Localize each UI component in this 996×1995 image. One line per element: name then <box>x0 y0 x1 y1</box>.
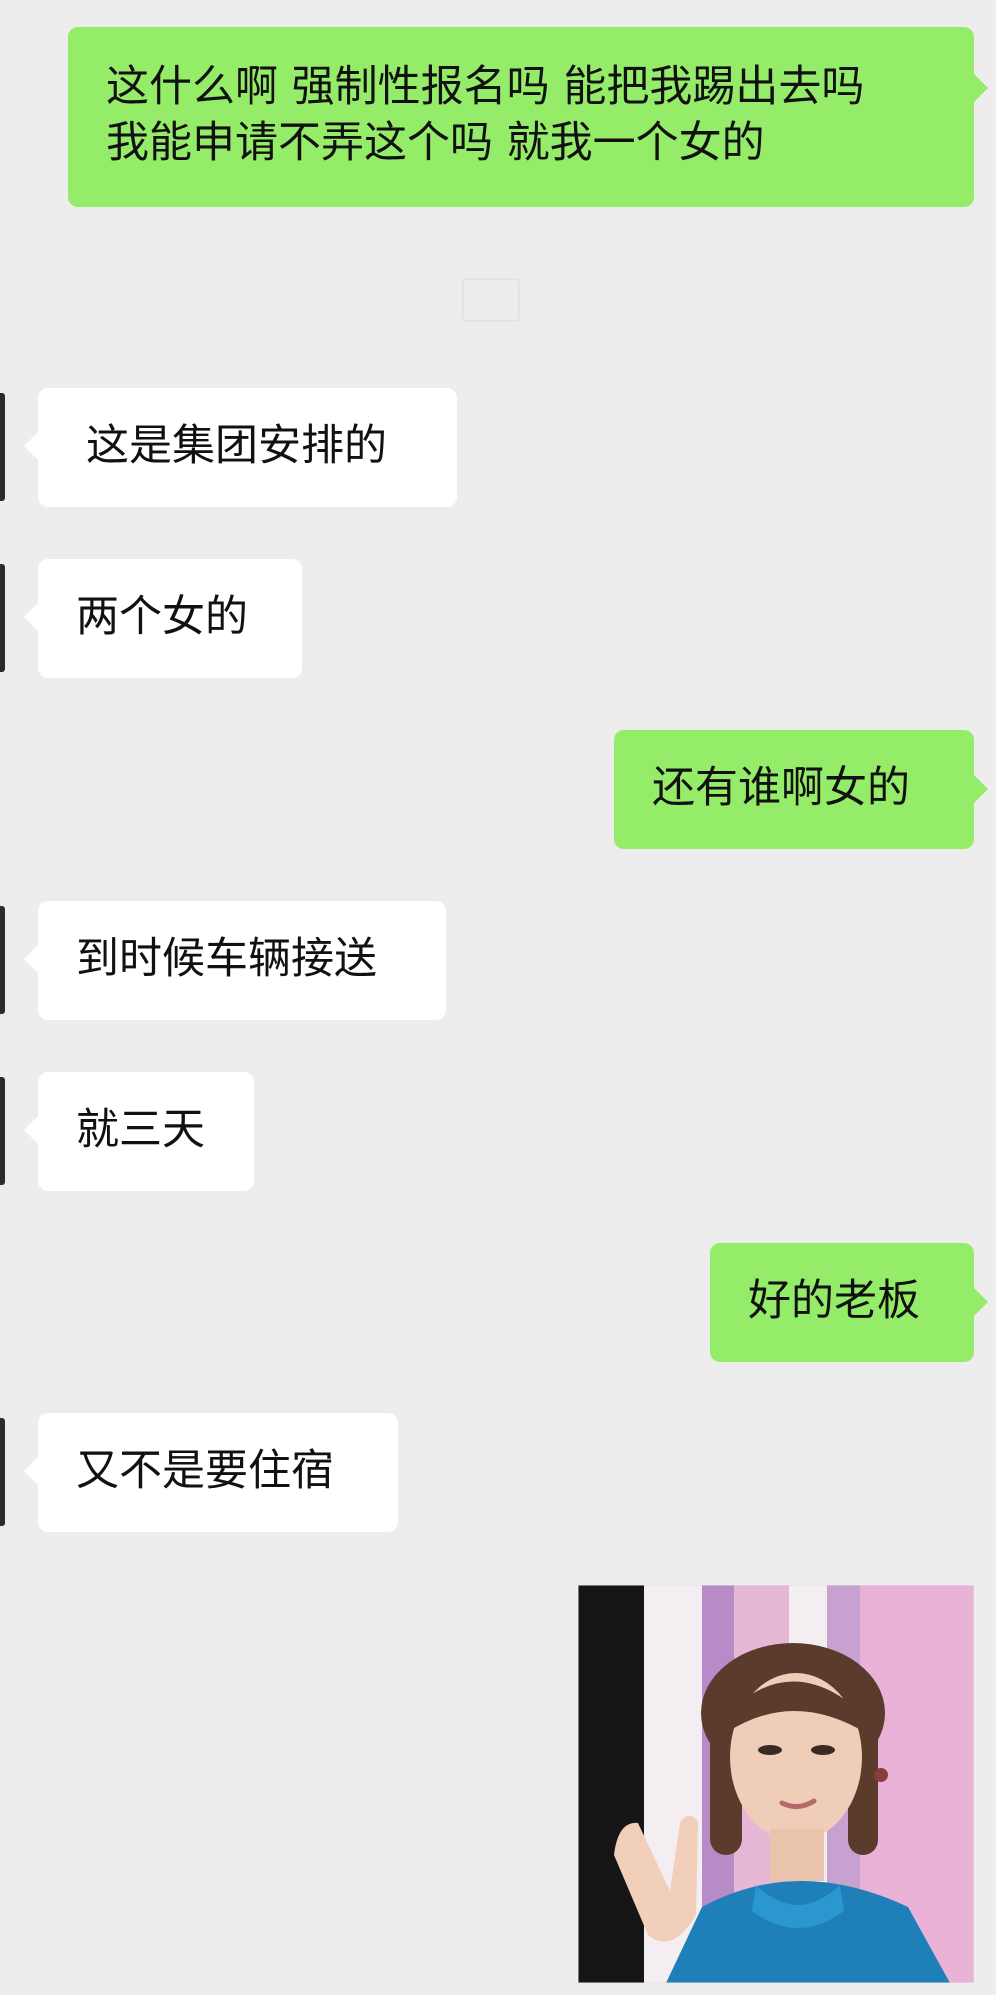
message-text: 两个女的 <box>76 592 248 642</box>
message-text-line: 这什么啊 强制性报名吗 能把我踢出去吗 <box>106 62 865 112</box>
message-text: 到时候车辆接送 <box>76 934 377 984</box>
avatar[interactable] <box>0 564 5 672</box>
message-text-line: 我能申请不弄这个吗 就我一个女的 <box>106 118 765 168</box>
chat-view: 这什么啊 强制性报名吗 能把我踢出去吗 我能申请不弄这个吗 就我一个女的 这是集… <box>0 0 996 1995</box>
sticker-illustration-icon <box>578 1585 974 1983</box>
message-bubble-outgoing[interactable]: 这什么啊 强制性报名吗 能把我踢出去吗 我能申请不弄这个吗 就我一个女的 <box>68 27 974 207</box>
avatar[interactable] <box>0 1077 5 1185</box>
message-bubble-incoming[interactable]: 这是集团安排的 <box>38 388 457 507</box>
message-bubble-incoming[interactable]: 到时候车辆接送 <box>38 901 446 1020</box>
bubble-tail-icon <box>24 432 38 460</box>
message-bubble-incoming[interactable]: 就三天 <box>38 1072 254 1191</box>
message-bubble-outgoing[interactable]: 好的老板 <box>710 1243 974 1362</box>
message-text: 好的老板 <box>748 1276 920 1326</box>
avatar[interactable] <box>0 393 5 501</box>
bubble-tail-icon <box>974 1288 988 1316</box>
meme-sticker-image[interactable] <box>578 1585 974 1983</box>
bubble-tail-icon <box>24 603 38 631</box>
message-bubble-incoming[interactable]: 又不是要住宿 <box>38 1413 398 1532</box>
bubble-tail-icon <box>24 945 38 973</box>
message-text: 这是集团安排的 <box>86 421 387 471</box>
faint-divider <box>462 278 520 322</box>
bubble-tail-icon <box>24 1457 38 1485</box>
message-bubble-outgoing[interactable]: 还有谁啊女的 <box>614 730 974 849</box>
message-bubble-incoming[interactable]: 两个女的 <box>38 559 302 678</box>
message-text: 还有谁啊女的 <box>652 763 910 813</box>
avatar[interactable] <box>0 1418 5 1526</box>
bubble-tail-icon <box>24 1116 38 1144</box>
bubble-tail-icon <box>974 74 988 102</box>
message-text: 又不是要住宿 <box>76 1446 334 1496</box>
bubble-tail-icon <box>974 775 988 803</box>
avatar[interactable] <box>0 906 5 1014</box>
message-text: 就三天 <box>76 1105 205 1155</box>
